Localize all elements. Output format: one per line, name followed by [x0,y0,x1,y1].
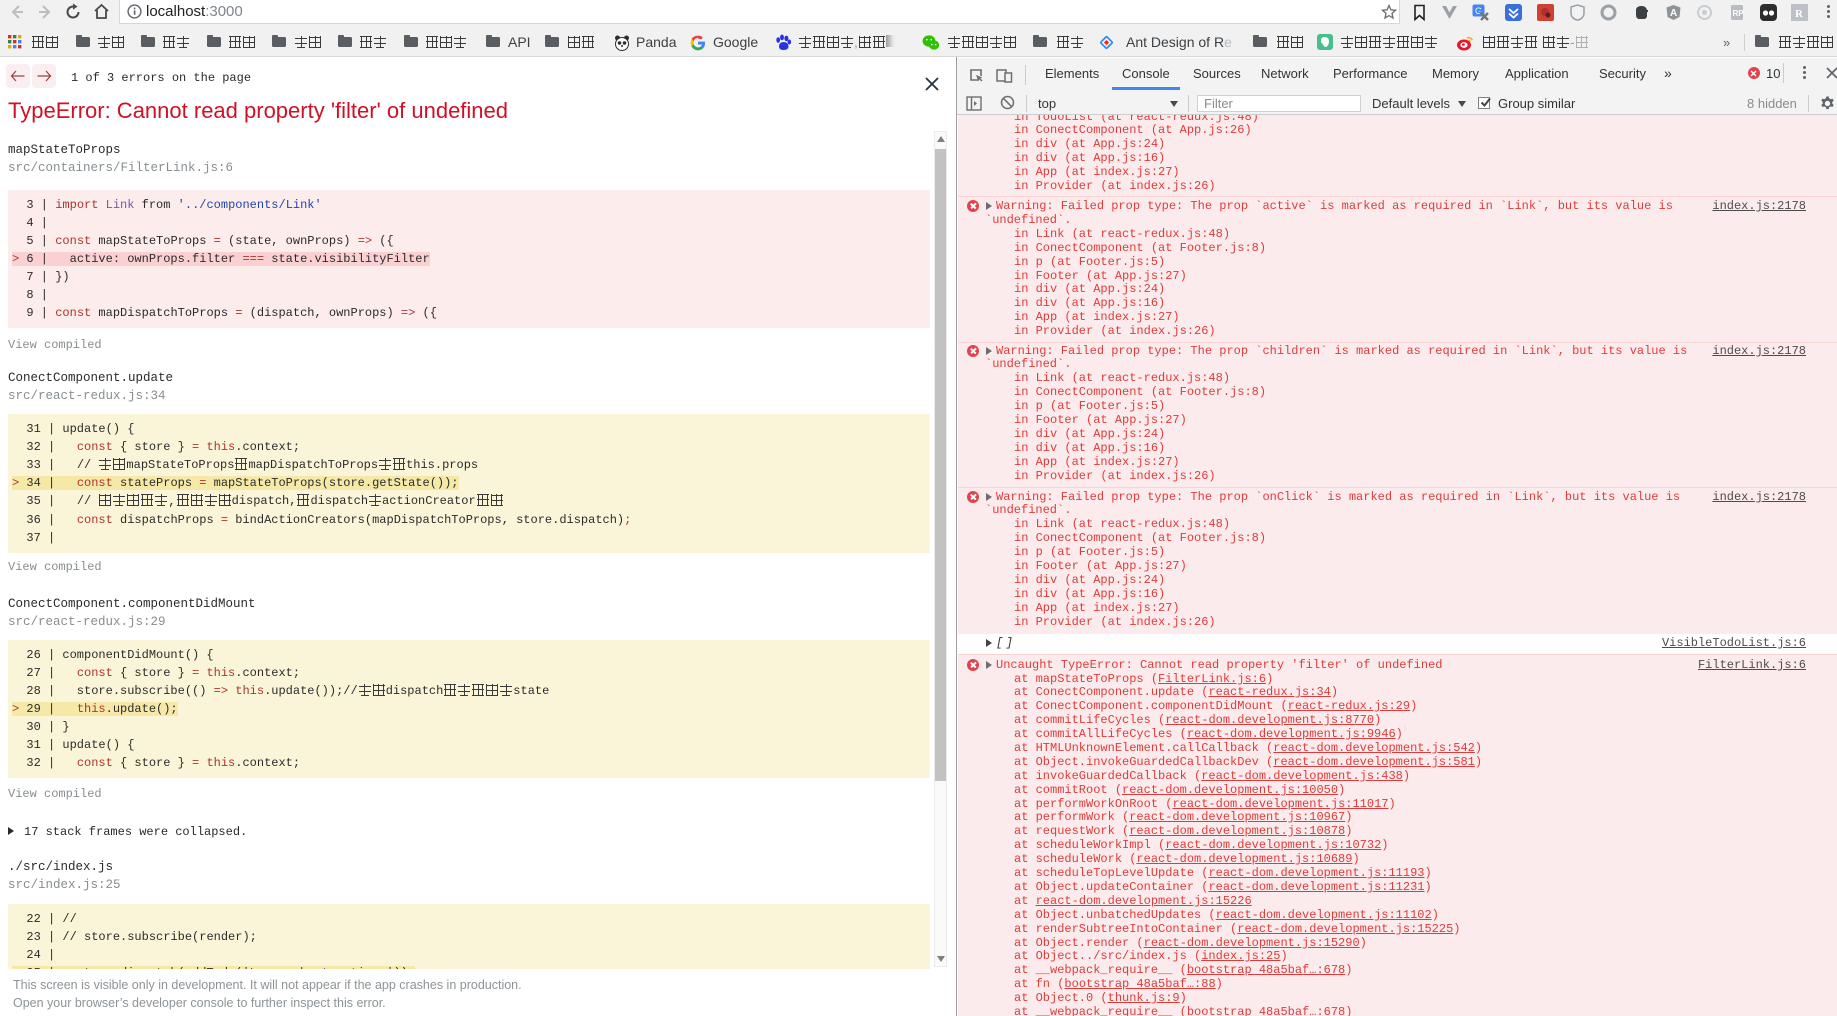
svg-text:R: R [1795,8,1804,20]
svg-text:RP: RP [1733,9,1745,18]
svg-text:A: A [1670,8,1677,19]
